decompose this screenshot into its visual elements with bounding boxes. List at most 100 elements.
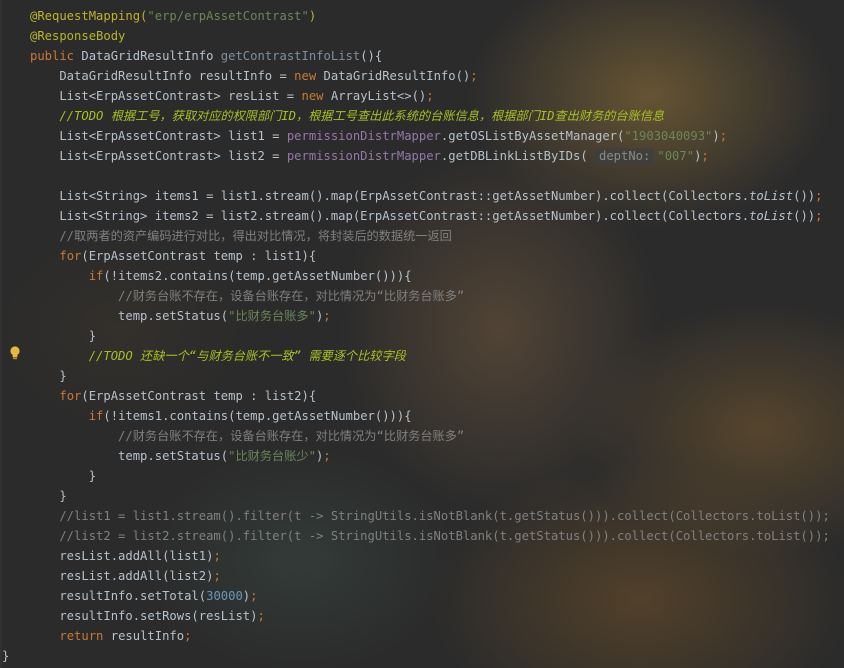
code-token: "比财务台账少" xyxy=(228,449,316,463)
code-line[interactable]: //list2 = list2.stream().filter(t -> Str… xyxy=(30,526,830,546)
code-token: (ErpAssetContrast temp : list1){ xyxy=(81,249,317,263)
code-token: toList xyxy=(749,209,794,223)
code-token: ) xyxy=(308,9,317,23)
code-token: List<String> items1 = list1.stream().map… xyxy=(30,189,750,203)
code-token: toList xyxy=(749,189,794,203)
code-token: //财务台账不存在，设备台账存在，对比情况为“比财务台账多” xyxy=(30,289,465,303)
code-line[interactable]: } xyxy=(30,326,830,346)
code-token: ; xyxy=(323,449,331,463)
code-token: ; xyxy=(213,569,221,583)
code-token: @ResponseBody xyxy=(30,29,126,43)
code-token: temp.setStatus( xyxy=(30,309,229,323)
code-token: ()) xyxy=(793,209,816,223)
code-token: resultInfo xyxy=(110,629,185,643)
code-token: resList.addAll(list1) xyxy=(30,549,214,563)
code-line[interactable]: } xyxy=(2,646,830,666)
code-line[interactable]: resultInfo.setTotal(30000); xyxy=(30,586,830,606)
code-token: } xyxy=(30,489,67,503)
code-token: getContrastInfoList xyxy=(220,49,361,63)
code-token: if xyxy=(88,269,104,283)
code-token: } xyxy=(30,329,97,343)
code-token: resultInfo.setRows(resList) xyxy=(30,609,258,623)
code-line[interactable]: List<ErpAssetContrast> resList = new Arr… xyxy=(30,86,830,106)
code-line[interactable]: @RequestMapping("erp/erpAssetContrast") xyxy=(30,6,830,26)
code-token: DataGridResultInfo() xyxy=(323,69,471,83)
code-token: ; xyxy=(184,629,192,643)
code-token: "1903040093" xyxy=(624,129,713,143)
code-line[interactable]: temp.setStatus("比财务台账多"); xyxy=(30,306,830,326)
code-token: @RequestMapping( xyxy=(30,9,148,23)
code-line[interactable]: public DataGridResultInfo getContrastInf… xyxy=(30,46,830,66)
code-token: //取两者的资产编码进行对比，得出对比情况，将封装后的数据统一返回 xyxy=(30,229,452,243)
code-line[interactable]: for(ErpAssetContrast temp : list1){ xyxy=(30,246,830,266)
code-token: //财务台账不存在，设备台账存在，对比情况为“比财务台账多” xyxy=(30,429,465,443)
code-line[interactable]: resList.addAll(list2); xyxy=(30,566,830,586)
code-line[interactable]: List<ErpAssetContrast> list1 = permissio… xyxy=(30,126,830,146)
code-line[interactable]: if(!items2.contains(temp.getAssetNumber(… xyxy=(30,266,830,286)
code-line[interactable]: //list1 = list1.stream().filter(t -> Str… xyxy=(30,506,830,526)
lightbulb-icon[interactable] xyxy=(9,346,21,360)
code-token: "007" xyxy=(657,149,695,163)
code-token: List<ErpAssetContrast> list2 = xyxy=(30,149,287,163)
code-line[interactable] xyxy=(30,166,830,186)
code-line[interactable]: //TODO 还缺一个“与财务台账不一致” 需要逐个比较字段 xyxy=(30,346,830,366)
code-token: (ErpAssetContrast temp : list2){ xyxy=(81,389,317,403)
code-token: ; xyxy=(719,129,728,143)
code-token: ()) xyxy=(793,189,816,203)
code-line[interactable]: //财务台账不存在，设备台账存在，对比情况为“比财务台账多” xyxy=(30,286,830,306)
code-token: .getDBLinkListByIDs( xyxy=(440,149,595,163)
code-token: List<ErpAssetContrast> list1 = xyxy=(30,129,287,143)
code-line[interactable]: @ResponseBody xyxy=(30,26,830,46)
code-token: (){ xyxy=(360,49,383,63)
code-line[interactable]: } xyxy=(30,466,830,486)
code-token: //TODO 还缺一个“与财务台账不一致” 需要逐个比较字段 xyxy=(30,349,406,363)
code-line[interactable]: for(ErpAssetContrast temp : list2){ xyxy=(30,386,830,406)
code-line[interactable]: //财务台账不存在，设备台账存在，对比情况为“比财务台账多” xyxy=(30,426,830,446)
parameter-hint: deptNo: xyxy=(595,148,655,164)
code-token: List<ErpAssetContrast> resList = xyxy=(30,89,302,103)
code-line[interactable]: resultInfo.setRows(resList); xyxy=(30,606,830,626)
code-token: return xyxy=(59,629,111,643)
code-line[interactable]: } xyxy=(30,486,830,506)
code-editor[interactable]: @RequestMapping("erp/erpAssetContrast") @… xyxy=(0,0,844,668)
code-line[interactable]: if(!items1.contains(temp.getAssetNumber(… xyxy=(30,406,830,426)
code-area[interactable]: @RequestMapping("erp/erpAssetContrast") @… xyxy=(2,6,830,666)
code-token: List<String> items2 = list2.stream().map… xyxy=(30,209,750,223)
code-token: } xyxy=(30,369,67,383)
code-token: 30000 xyxy=(206,589,243,603)
code-token: ; xyxy=(257,609,265,623)
code-token: ; xyxy=(426,89,434,103)
code-token: ; xyxy=(213,549,221,563)
code-line[interactable]: //TODO 根据工号，获取对应的权限部门ID，根据工号查出此系统的台账信息，根… xyxy=(30,106,830,126)
code-token: ; xyxy=(815,189,823,203)
code-line[interactable]: } xyxy=(30,366,830,386)
code-token: ) xyxy=(712,129,720,143)
code-token: } xyxy=(2,649,10,663)
code-token: //list1 = list1.stream().filter(t -> Str… xyxy=(30,509,830,523)
code-line[interactable]: List<String> items2 = list2.stream().map… xyxy=(30,206,830,226)
code-line[interactable]: resList.addAll(list1); xyxy=(30,546,830,566)
code-token: permissionDistrMapper xyxy=(286,129,441,143)
code-token: } xyxy=(30,469,97,483)
code-token: //TODO 根据工号，获取对应的权限部门ID，根据工号查出此系统的台账信息，根… xyxy=(30,109,665,123)
code-token: //list2 = list2.stream().filter(t -> Str… xyxy=(30,529,830,543)
code-line[interactable]: temp.setStatus("比财务台账少"); xyxy=(30,446,830,466)
code-token: (!items2.contains(temp.getAssetNumber())… xyxy=(103,269,412,283)
code-token: ArrayList<>() xyxy=(330,89,427,103)
code-token: ; xyxy=(701,149,709,163)
code-token: "比财务台账多" xyxy=(228,309,316,323)
code-line[interactable]: List<ErpAssetContrast> list2 = permissio… xyxy=(30,146,830,166)
code-token: DataGridResultInfo resultInfo = xyxy=(30,69,295,83)
code-line[interactable]: DataGridResultInfo resultInfo = new Data… xyxy=(30,66,830,86)
code-token: (!items1.contains(temp.getAssetNumber())… xyxy=(103,409,412,423)
code-token: for xyxy=(59,389,82,403)
code-line[interactable]: //取两者的资产编码进行对比，得出对比情况，将封装后的数据统一返回 xyxy=(30,226,830,246)
code-token: new xyxy=(301,89,331,103)
code-token: "erp/erpAssetContrast" xyxy=(147,9,309,23)
code-line[interactable]: List<String> items1 = list1.stream().map… xyxy=(30,186,830,206)
code-line[interactable]: return resultInfo; xyxy=(30,626,830,646)
